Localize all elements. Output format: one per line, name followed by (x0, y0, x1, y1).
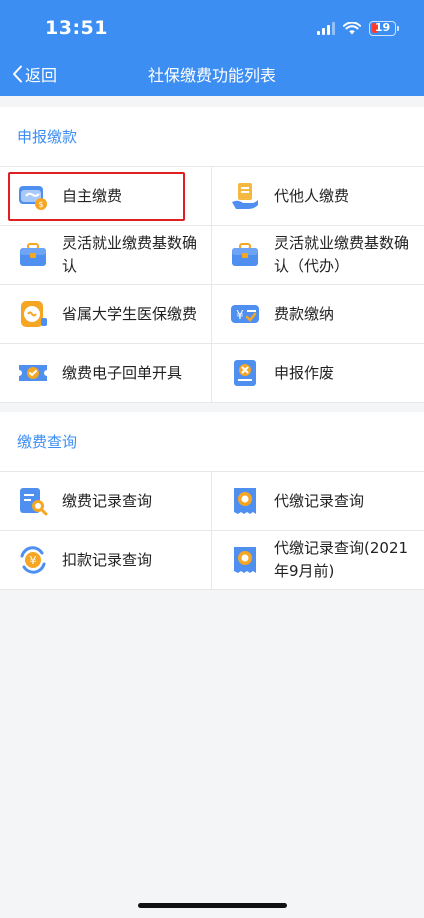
pay-for-others-item[interactable]: 代他人缴费 (212, 167, 424, 226)
svg-text:¥: ¥ (30, 554, 37, 567)
flexible-base-confirm-item[interactable]: 灵活就业缴费基数确认 (0, 226, 212, 285)
fee-payment-item[interactable]: ¥ 费款缴纳 (212, 285, 424, 344)
page-title: 社保缴费功能列表 (147, 66, 276, 85)
item-label: 缴费电子回单开具 (62, 363, 183, 382)
self-payment-item[interactable]: $ 自主缴费 (0, 167, 212, 226)
yuan-card-icon: ¥ (231, 305, 259, 323)
coin-icon (21, 301, 47, 327)
item-label: 代他人缴费 (274, 186, 350, 205)
section-title: 缴费查询 (0, 412, 424, 472)
document-cancel-icon (234, 360, 256, 386)
declare-cancel-item[interactable]: 申报作废 (212, 344, 424, 403)
agent-payment-record-query-item[interactable]: 代缴记录查询 (212, 472, 424, 531)
item-label: 缴费记录查询 (62, 491, 153, 510)
flexible-base-confirm-agent-item[interactable]: 灵活就业缴费基数确认（代办） (212, 226, 424, 285)
student-medical-payment-item[interactable]: 省属大学生医保缴费 (0, 285, 212, 344)
document-search-icon (20, 488, 48, 516)
briefcase-icon (20, 243, 46, 266)
battery-level: 19 (374, 20, 391, 34)
receipt-search-icon (234, 547, 256, 573)
item-label: 代缴记录查询(2021年9月前) (274, 539, 409, 580)
home-indicator[interactable] (138, 903, 287, 908)
item-label: 扣款记录查询 (62, 550, 153, 569)
card-icon: $ (19, 186, 47, 210)
item-label: 灵活就业缴费基数确认 (62, 234, 198, 275)
section-title: 申报缴款 (0, 107, 424, 167)
wifi-icon (343, 21, 361, 34)
svg-text:¥: ¥ (236, 308, 244, 322)
e-receipt-issue-item[interactable]: 缴费电子回单开具 (0, 344, 212, 403)
battery-icon: 19 (369, 20, 399, 36)
item-label: 费款缴纳 (274, 304, 335, 323)
payment-record-query-item[interactable]: 缴费记录查询 (0, 472, 212, 531)
receipt-search-icon (234, 488, 256, 514)
signal-icon (317, 21, 335, 35)
ticket-check-icon (19, 365, 47, 381)
top-bar: 13:51 19 返回 社保缴费功能列表 (0, 0, 424, 96)
item-label: 申报作废 (274, 363, 335, 382)
item-label: 自主缴费 (62, 186, 123, 205)
deduction-record-query-item[interactable]: ¥ 扣款记录查询 (0, 531, 212, 590)
section-declare-payment: 申报缴款 $ 自主缴费 代他人缴费 灵活就业缴费基数确认 灵活就业缴费基数确认（… (0, 107, 424, 403)
briefcase-icon (232, 243, 258, 266)
status-time: 13:51 (45, 17, 108, 39)
hand-document-icon (232, 183, 258, 209)
item-label: 代缴记录查询 (274, 491, 365, 510)
status-icons: 19 (317, 18, 399, 38)
yuan-refresh-icon: ¥ (20, 546, 46, 574)
section-payment-query: 缴费查询 缴费记录查询 代缴记录查询 ¥ 扣款记录查询 代缴记录查询(2021年… (0, 412, 424, 590)
item-label: 灵活就业缴费基数确认（代办） (274, 234, 410, 275)
agent-payment-record-query-before-2021-item[interactable]: 代缴记录查询(2021年9月前) (212, 531, 424, 590)
item-label: 省属大学生医保缴费 (62, 304, 198, 323)
svg-text:$: $ (38, 200, 43, 209)
